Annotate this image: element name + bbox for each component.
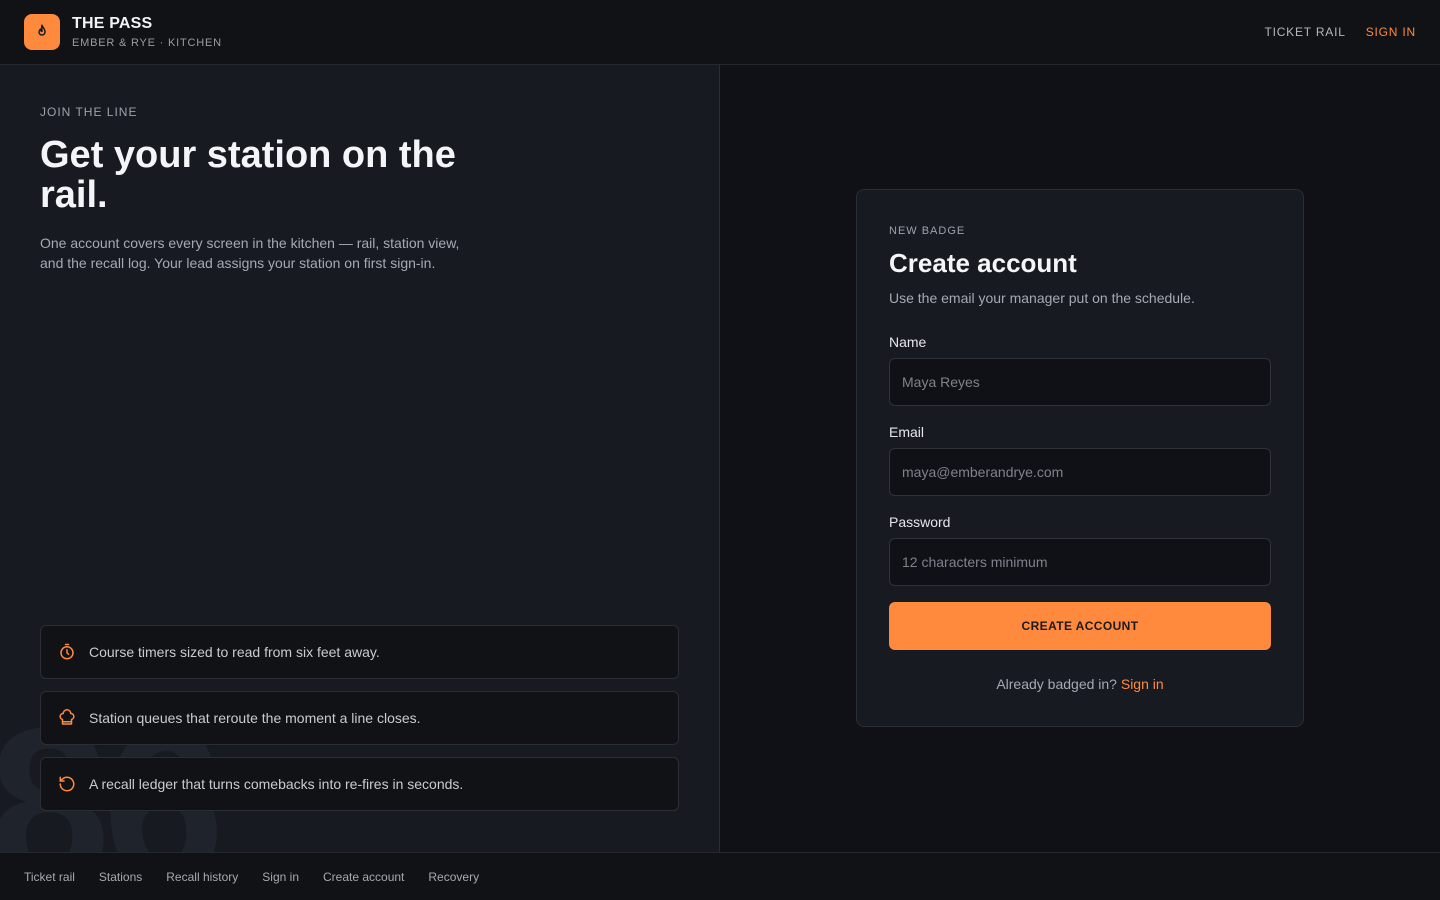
footer-link-ticket-rail[interactable]: Ticket rail: [24, 870, 75, 884]
create-account-card: NEW BADGE Create account Use the email y…: [856, 189, 1304, 727]
stopwatch-icon: [57, 642, 77, 662]
form-eyebrow: NEW BADGE: [889, 225, 966, 237]
feature-text: Course timers sized to read from six fee…: [89, 644, 380, 660]
footer: Ticket rail Stations Recall history Sign…: [0, 852, 1440, 900]
signin-link[interactable]: Sign in: [1121, 676, 1164, 692]
footer-link-recall-history[interactable]: Recall history: [166, 870, 238, 884]
intro-panel: 86 JOIN THE LINE Get your station on the…: [0, 65, 720, 852]
nav-ticket-rail[interactable]: TICKET RAIL: [1264, 25, 1345, 39]
password-label: Password: [889, 514, 951, 530]
feature-list: Course timers sized to read from six fee…: [40, 625, 679, 823]
footer-link-create-account[interactable]: Create account: [323, 870, 404, 884]
feature-item: Course timers sized to read from six fee…: [40, 625, 679, 679]
name-label: Name: [889, 334, 927, 350]
feature-text: Station queues that reroute the moment a…: [89, 710, 421, 726]
intro-lede: One account covers every screen in the k…: [40, 235, 460, 271]
brand-subtitle: EMBER & RYE · KITCHEN: [72, 37, 222, 49]
signin-prompt: Already badged in? Sign in: [857, 676, 1303, 692]
email-label: Email: [889, 424, 925, 440]
top-nav: TICKET RAIL SIGN IN: [1264, 25, 1416, 39]
feature-item: Station queues that reroute the moment a…: [40, 691, 679, 745]
feature-text: A recall ledger that turns comebacks int…: [89, 776, 464, 792]
name-input[interactable]: [889, 358, 1271, 406]
brand-title: THE PASS: [72, 15, 153, 32]
form-subtitle: Use the email your manager put on the sc…: [889, 290, 1195, 306]
footer-link-stations[interactable]: Stations: [99, 870, 142, 884]
intro-headline: Get your station on the rail.: [40, 134, 456, 216]
footer-link-sign-in[interactable]: Sign in: [262, 870, 299, 884]
flame-icon[interactable]: [24, 14, 60, 50]
feature-item: A recall ledger that turns comebacks int…: [40, 757, 679, 811]
form-title: Create account: [889, 248, 1077, 278]
chef-hat-icon: [57, 708, 77, 728]
password-input[interactable]: [889, 538, 1271, 586]
create-account-button[interactable]: CREATE ACCOUNT: [889, 602, 1271, 650]
signin-prompt-text: Already badged in?: [996, 676, 1117, 692]
intro-eyebrow: JOIN THE LINE: [40, 105, 138, 119]
top-bar: THE PASS EMBER & RYE · KITCHEN TICKET RA…: [0, 0, 1440, 65]
email-input[interactable]: [889, 448, 1271, 496]
rotate-ccw-icon: [57, 774, 77, 794]
nav-sign-in[interactable]: SIGN IN: [1366, 25, 1416, 39]
brand: THE PASS EMBER & RYE · KITCHEN: [72, 15, 222, 49]
footer-link-recovery[interactable]: Recovery: [428, 870, 479, 884]
